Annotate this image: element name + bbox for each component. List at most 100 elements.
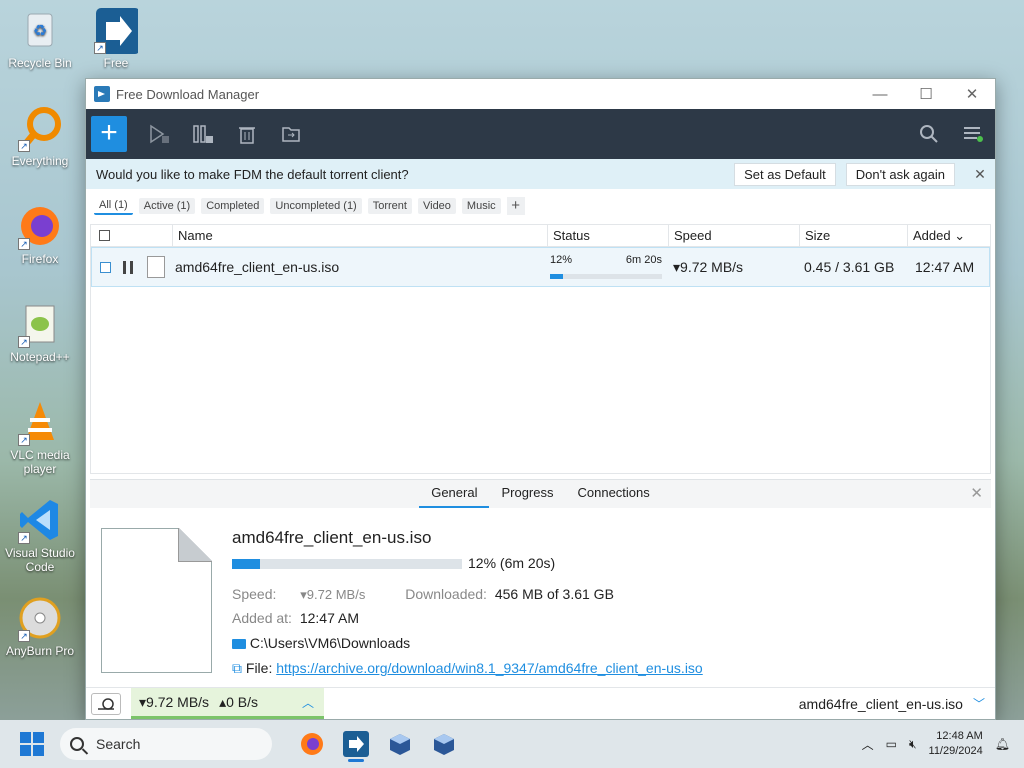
trash-icon (239, 127, 255, 144)
file-url-link[interactable]: https://archive.org/download/win8.1_9347… (276, 660, 703, 676)
firefox-icon: ↗ (18, 204, 62, 250)
folder-path[interactable]: C:\Users\VM6\Downloads (250, 635, 410, 651)
fdm-icon (343, 731, 369, 757)
vlc-icon: ↗ (18, 400, 62, 446)
anyburn-icon: ↗ (18, 596, 62, 642)
added-value: 12:47 AM (299, 610, 359, 626)
desktop-icon-vscode[interactable]: ↗ Visual Studio Code (0, 498, 80, 574)
column-size[interactable]: Size (800, 225, 908, 246)
external-link-icon: ⧉ (232, 660, 242, 676)
clock[interactable]: 12:48 AM 11/29/2024 (929, 729, 983, 759)
desktop-icon-firefox[interactable]: ↗ Firefox (0, 204, 80, 266)
main-menu-button[interactable] (951, 116, 995, 152)
file-preview-icon (101, 528, 212, 673)
menu-icon (964, 127, 983, 142)
filter-music[interactable]: Music (461, 198, 501, 214)
tab-progress[interactable]: Progress (489, 480, 565, 508)
desktop-icon-label: VLC media player (10, 448, 70, 476)
desktop-icon-notepadpp[interactable]: ↗ Notepad++ (0, 302, 80, 364)
minimize-button[interactable]: — (857, 79, 903, 109)
column-name[interactable]: Name (173, 225, 548, 246)
status-bar: ▾9.72 MB/s ▴0 B/s ︿ amd64fre_client_en-u… (86, 687, 995, 719)
close-button[interactable]: ✕ (949, 79, 995, 109)
row-speed: ▾9.72 MB/s (673, 258, 744, 275)
speed-indicator[interactable]: ▾9.72 MB/s ▴0 B/s ︿ (131, 688, 324, 719)
column-status[interactable]: Status (548, 225, 669, 246)
desktop-icon-label: Firefox (21, 252, 59, 266)
taskbar-firefox[interactable] (292, 724, 332, 764)
filter-video[interactable]: Video (417, 198, 456, 214)
file-icon (147, 256, 165, 278)
desktop-icon-vlc[interactable]: ↗ VLC media player (0, 400, 80, 476)
filter-active[interactable]: Active (1) (138, 198, 196, 214)
current-file-name[interactable]: amd64fre_client_en-us.iso (799, 696, 963, 712)
clock-time: 12:48 AM (936, 730, 983, 742)
desktop-icon-anyburn[interactable]: ↗ AnyBurn Pro (0, 596, 80, 658)
add-download-button[interactable]: + (91, 116, 127, 152)
network-icon[interactable]: ▭ (886, 737, 897, 751)
add-filter-button[interactable]: + (506, 197, 525, 215)
filter-completed[interactable]: Completed (201, 198, 265, 214)
folder-arrow-icon (282, 127, 300, 142)
details-panel: General Progress Connections ✕ amd64fre_… (90, 479, 991, 682)
taskbar-virtualbox-1[interactable] (380, 724, 420, 764)
delete-button[interactable] (225, 116, 269, 152)
chevron-up-icon[interactable]: ︿ (862, 736, 874, 753)
row-percent: 12% (550, 254, 573, 266)
column-added[interactable]: Added ⌄ (908, 225, 990, 246)
taskbar-search[interactable]: Search (60, 728, 272, 760)
firefox-icon (301, 733, 323, 755)
row-checkbox[interactable] (100, 261, 111, 273)
taskbar-virtualbox-2[interactable] (424, 724, 464, 764)
filter-torrent[interactable]: Torrent (367, 198, 412, 214)
filter-all[interactable]: All (1) (94, 197, 133, 215)
taskbar-fdm[interactable] (336, 724, 376, 764)
search-button[interactable] (907, 116, 951, 152)
filter-tabs: All (1) Active (1) Completed Uncompleted… (86, 189, 995, 223)
virtualbox-icon (390, 734, 410, 755)
table-row[interactable]: amd64fre_client_en-us.iso 12% 6m 20s ▾9.… (91, 247, 990, 287)
pause-button[interactable] (181, 116, 225, 152)
dont-ask-again-button[interactable]: Don't ask again (845, 162, 955, 186)
details-added-line: Added at: 12:47 AM (232, 610, 359, 626)
move-to-folder-button[interactable] (269, 116, 313, 152)
chevron-up-icon[interactable]: ︿ (302, 694, 314, 711)
select-all-checkbox[interactable] (99, 230, 110, 241)
column-speed[interactable]: Speed (669, 225, 800, 246)
title-bar[interactable]: Free Download Manager — ☐ ✕ (86, 79, 995, 109)
fdm-icon: ↗ (94, 8, 140, 54)
pause-icon (193, 125, 213, 143)
maximize-button[interactable]: ☐ (903, 79, 949, 109)
chevron-down-icon[interactable]: ﹀ (973, 695, 985, 712)
speed-mode-button[interactable] (91, 692, 121, 715)
details-file-name: amd64fre_client_en-us.iso (232, 528, 432, 547)
details-speed-line: Speed: ▾9.72 MB/s Downloaded: 456 MB of … (232, 586, 614, 603)
desktop-icon-fdm[interactable]: ↗ Free (76, 8, 156, 70)
details-file-line: ⧉ File: https://archive.org/download/win… (232, 660, 703, 677)
downloads-table: Name Status Speed Size Added ⌄ amd64fre_… (90, 224, 991, 474)
snail-icon (98, 697, 114, 710)
desktop-icon-recycle-bin[interactable]: ♻ Recycle Bin (0, 8, 80, 70)
window-title: Free Download Manager (116, 86, 260, 102)
row-added: 12:47 AM (915, 259, 975, 275)
notification-bell-icon[interactable]: 🔔︎ (995, 737, 1010, 751)
details-close-button[interactable]: ✕ (970, 484, 983, 502)
desktop-icon-label: Recycle Bin (8, 56, 72, 70)
default-client-banner: Would you like to make FDM the default t… (86, 159, 995, 189)
downloaded-value: 456 MB of 3.61 GB (494, 586, 614, 602)
added-label: Added at: (232, 610, 292, 626)
recycle-bin-icon: ♻ (18, 8, 62, 52)
fdm-window: Free Download Manager — ☐ ✕ + Would you … (85, 78, 996, 720)
tab-connections[interactable]: Connections (566, 480, 662, 508)
set-as-default-button[interactable]: Set as Default (734, 162, 836, 186)
desktop-icon-everything[interactable]: ↗ Everything (0, 106, 80, 168)
pause-icon[interactable] (123, 260, 133, 274)
filter-uncompleted[interactable]: Uncompleted (1) (270, 198, 362, 214)
details-folder-line[interactable]: C:\Users\VM6\Downloads (232, 635, 410, 651)
fdm-app-icon (94, 86, 110, 102)
start-button[interactable] (20, 732, 44, 756)
start-button[interactable] (137, 116, 181, 152)
volume-muted-icon[interactable]: 🔇︎ (909, 737, 917, 752)
banner-close-button[interactable]: ✕ (965, 166, 995, 183)
tab-general[interactable]: General (419, 480, 490, 508)
